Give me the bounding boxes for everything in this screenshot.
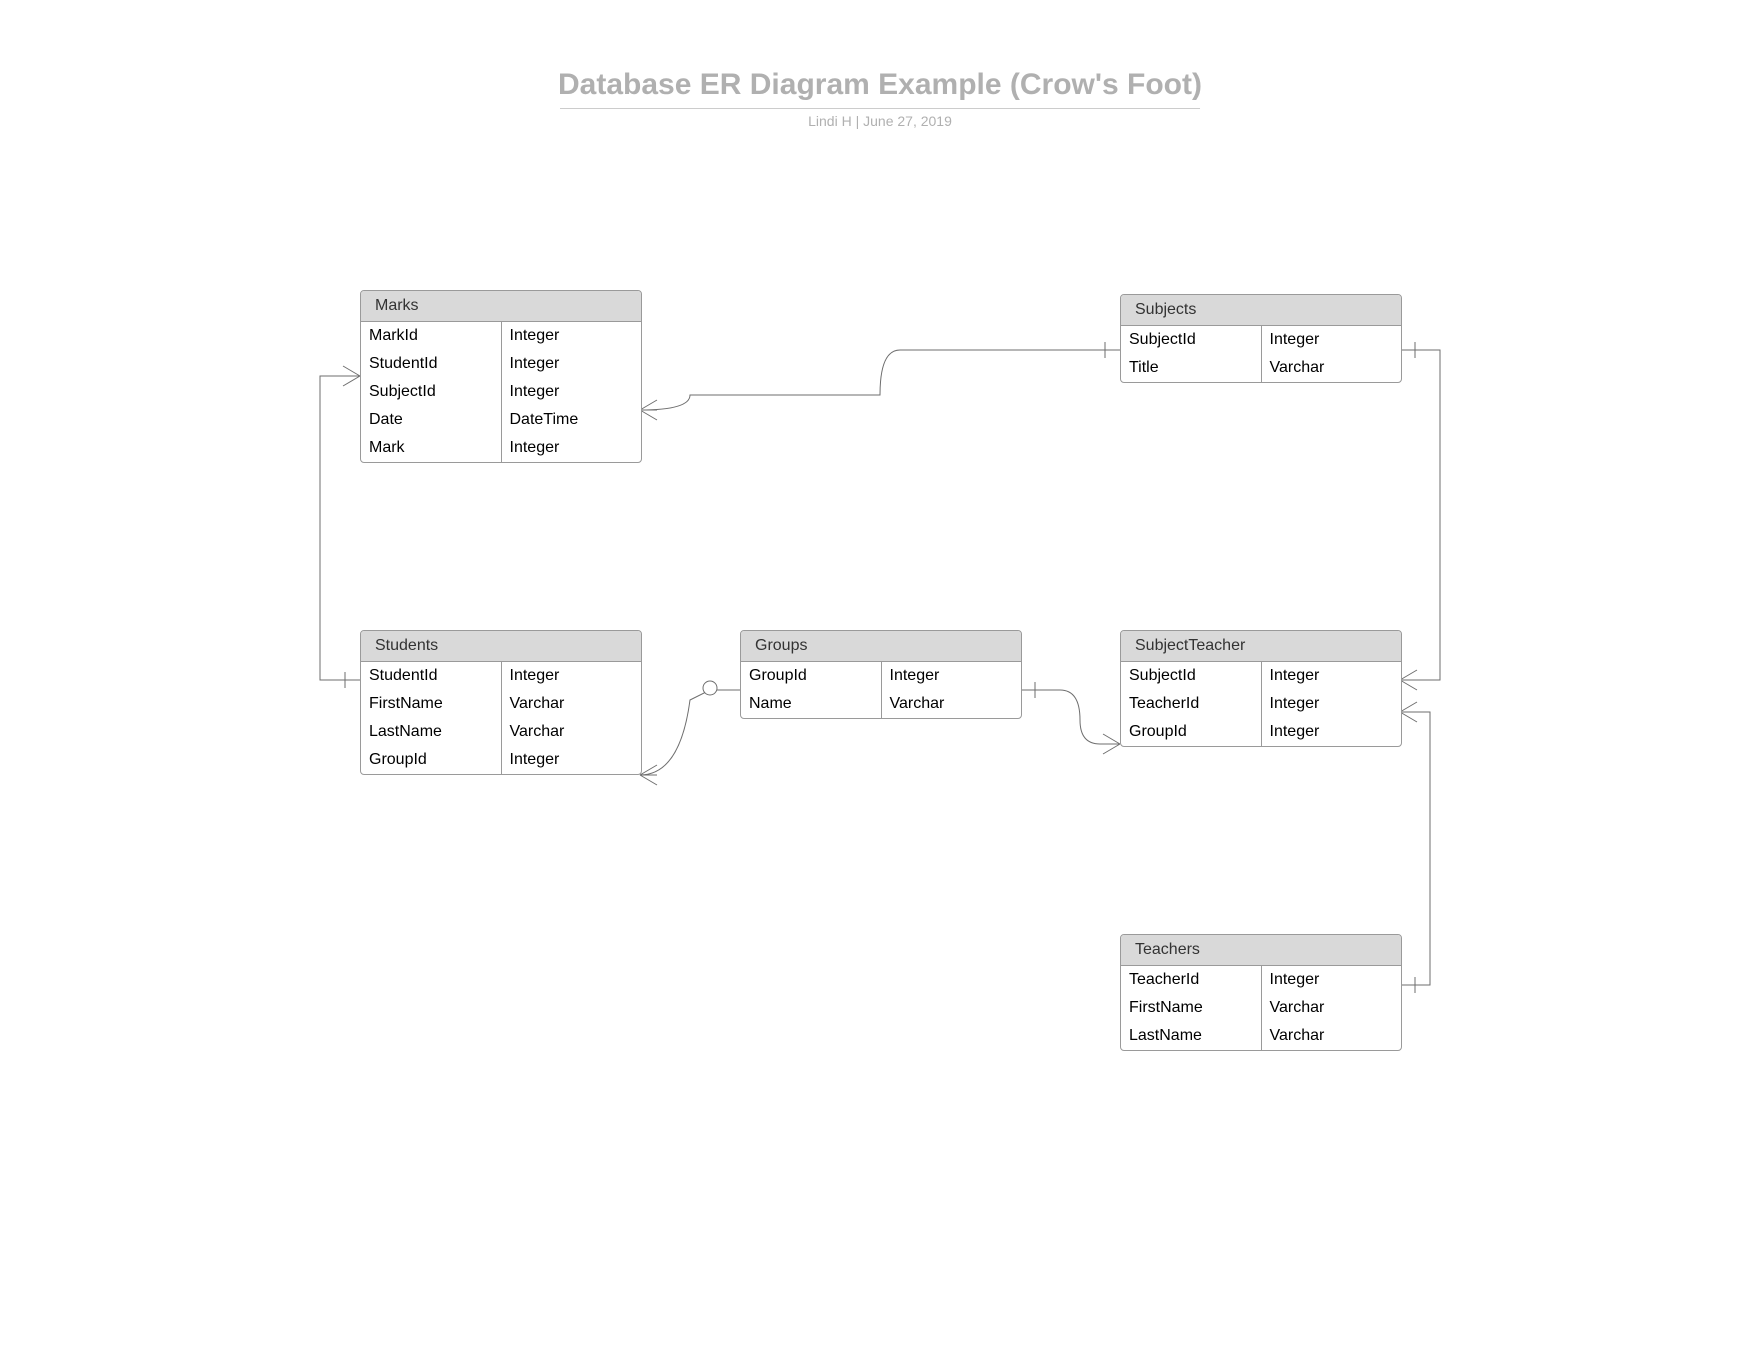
field-name: MarkId [361,322,502,350]
field-type: Integer [1262,690,1402,718]
field-name: GroupId [1121,718,1262,746]
field-type: Varchar [502,690,642,718]
field-type: Varchar [1262,354,1402,382]
entity-field-row: SubjectIdInteger [1121,326,1401,354]
field-type: Integer [502,746,642,774]
field-type: Integer [502,322,642,350]
entity-header: Students [361,631,641,662]
entity-header: Teachers [1121,935,1401,966]
field-name: Name [741,690,882,718]
field-name: TeacherId [1121,966,1262,994]
entity-field-row: FirstNameVarchar [1121,994,1401,1022]
field-name: Title [1121,354,1262,382]
entity-field-row: SubjectIdInteger [361,378,641,406]
field-name: StudentId [361,350,502,378]
field-name: StudentId [361,662,502,690]
entity-header: SubjectTeacher [1121,631,1401,662]
entity-field-row: TeacherIdInteger [1121,690,1401,718]
entity-field-row: SubjectIdInteger [1121,662,1401,690]
entity-field-row: StudentIdInteger [361,662,641,690]
entity-field-row: GroupIdInteger [1121,718,1401,746]
field-type: Integer [1262,662,1402,690]
entity-field-row: GroupIdInteger [741,662,1021,690]
entity-field-row: NameVarchar [741,690,1021,718]
title-block: Database ER Diagram Example (Crow's Foot… [558,68,1202,129]
entity-header: Subjects [1121,295,1401,326]
entity-field-row: StudentIdInteger [361,350,641,378]
field-type: Integer [882,662,1022,690]
field-name: FirstName [361,690,502,718]
field-type: Integer [1262,718,1402,746]
field-name: SubjectId [1121,662,1262,690]
diagram-subtitle: Lindi H | June 27, 2019 [558,113,1202,129]
entity-subjectteacher[interactable]: SubjectTeacherSubjectIdIntegerTeacherIdI… [1120,630,1402,747]
field-type: Varchar [502,718,642,746]
field-type: Integer [502,378,642,406]
entity-field-row: GroupIdInteger [361,746,641,774]
diagram-title: Database ER Diagram Example (Crow's Foot… [558,68,1202,102]
entity-field-row: FirstNameVarchar [361,690,641,718]
field-name: GroupId [741,662,882,690]
entity-field-row: LastNameVarchar [361,718,641,746]
field-type: Integer [1262,326,1402,354]
field-name: TeacherId [1121,690,1262,718]
entity-field-row: MarkInteger [361,434,641,462]
entity-field-row: MarkIdInteger [361,322,641,350]
entity-field-row: DateDateTime [361,406,641,434]
field-type: Varchar [1262,994,1402,1022]
entity-header: Groups [741,631,1021,662]
field-type: Varchar [882,690,1022,718]
entity-field-row: LastNameVarchar [1121,1022,1401,1050]
entity-field-row: TitleVarchar [1121,354,1401,382]
entity-students[interactable]: StudentsStudentIdIntegerFirstNameVarchar… [360,630,642,775]
field-type: Integer [1262,966,1402,994]
field-name: Date [361,406,502,434]
entity-subjects[interactable]: SubjectsSubjectIdIntegerTitleVarchar [1120,294,1402,383]
field-type: DateTime [502,406,642,434]
field-name: GroupId [361,746,502,774]
field-name: LastName [1121,1022,1262,1050]
entity-teachers[interactable]: TeachersTeacherIdIntegerFirstNameVarchar… [1120,934,1402,1051]
field-name: Mark [361,434,502,462]
diagram-canvas: Database ER Diagram Example (Crow's Foot… [0,0,1760,1360]
field-type: Varchar [1262,1022,1402,1050]
field-type: Integer [502,662,642,690]
field-name: FirstName [1121,994,1262,1022]
entity-header: Marks [361,291,641,322]
field-type: Integer [502,350,642,378]
entity-field-row: TeacherIdInteger [1121,966,1401,994]
title-divider [560,108,1200,109]
entity-groups[interactable]: GroupsGroupIdIntegerNameVarchar [740,630,1022,719]
field-name: SubjectId [1121,326,1262,354]
field-name: LastName [361,718,502,746]
entity-marks[interactable]: MarksMarkIdIntegerStudentIdIntegerSubjec… [360,290,642,463]
field-type: Integer [502,434,642,462]
field-name: SubjectId [361,378,502,406]
